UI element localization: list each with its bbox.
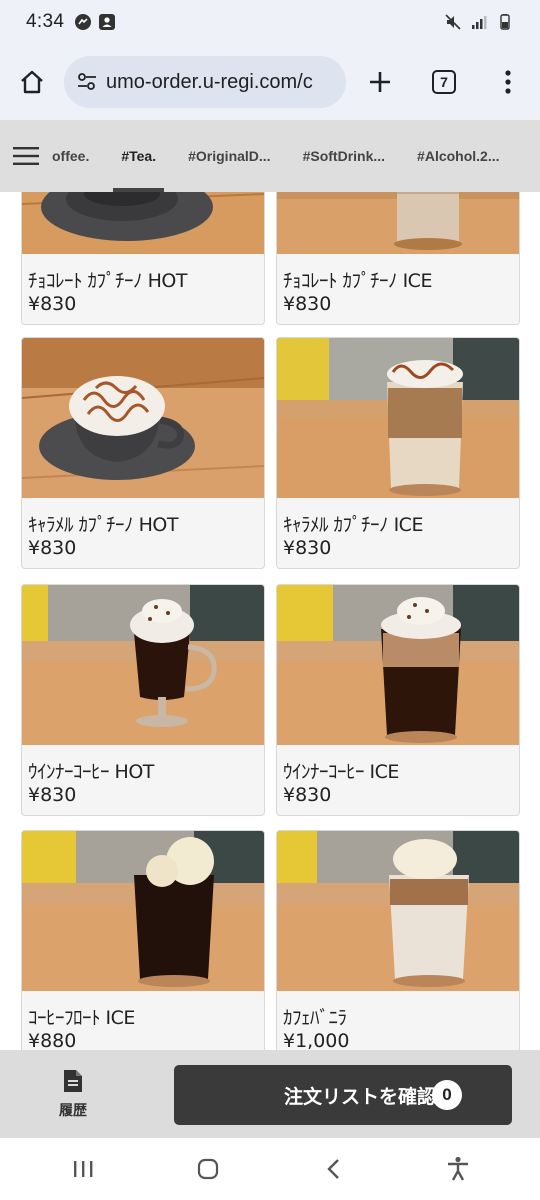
address-bar[interactable]: umo-order.u-regi.com/c	[64, 56, 346, 108]
product-card[interactable]: ｳｲﾝﾅｰｺｰﾋｰ HOT ¥830	[21, 584, 265, 816]
product-image	[22, 192, 264, 254]
product-price: ¥830	[283, 537, 332, 559]
signal-icon	[472, 16, 487, 29]
browser-menu-button[interactable]	[476, 44, 540, 120]
browser-toolbar: umo-order.u-regi.com/c 7	[0, 44, 540, 120]
system-nav-bar	[0, 1138, 540, 1200]
back-icon	[326, 1159, 339, 1179]
category-tab-coffee[interactable]: offee.	[52, 120, 89, 192]
android-home-icon	[197, 1158, 218, 1180]
product-price: ¥830	[283, 784, 332, 806]
new-tab-button[interactable]	[348, 44, 412, 120]
document-icon	[64, 1070, 82, 1092]
tune-icon[interactable]	[76, 71, 98, 93]
history-button[interactable]: 履歴	[0, 1050, 146, 1138]
product-price: ¥1,000	[283, 1030, 350, 1050]
product-name: ｷｬﾗﾒﾙ ｶﾌﾟﾁｰﾉ HOT	[28, 514, 178, 536]
hamburger-icon	[13, 147, 39, 165]
order-action-bar: 履歴 注文リストを確認 0	[0, 1050, 540, 1138]
cafe-vanilla-photo	[277, 831, 519, 991]
product-price: ¥830	[28, 537, 77, 559]
product-image	[22, 338, 264, 498]
tab-switcher-icon: 7	[432, 70, 456, 94]
product-image	[277, 338, 519, 498]
product-image	[277, 831, 519, 991]
product-name: ｺｰﾋｰﾌﾛｰﾄ ICE	[28, 1007, 135, 1029]
product-name: ｶﾌｪﾊﾞﾆﾗ	[283, 1007, 347, 1029]
recents-button[interactable]	[53, 1144, 113, 1194]
iced-cappuccino-photo	[277, 192, 519, 254]
category-menu-button[interactable]	[0, 120, 52, 192]
order-list-label: 注文リストを確認	[283, 1086, 436, 1108]
back-button[interactable]	[303, 1144, 363, 1194]
product-name: ｳｲﾝﾅｰｺｰﾋｰ HOT	[28, 761, 154, 783]
view-order-list-button[interactable]: 注文リストを確認 0	[174, 1065, 512, 1125]
product-card[interactable]: ｶﾌｪﾊﾞﾆﾗ ¥1,000	[276, 830, 520, 1050]
battery-icon	[500, 14, 510, 30]
tab-switcher-button[interactable]: 7	[412, 44, 476, 120]
product-grid: ﾁｮｺﾚｰﾄ ｶﾌﾟﾁｰﾉ HOT ¥830 ﾁｮｺﾚｰﾄ ｶﾌﾟﾁｰﾉ ICE…	[0, 192, 540, 1050]
mute-icon	[445, 14, 461, 30]
product-image	[277, 585, 519, 745]
product-name: ｳｲﾝﾅｰｺｰﾋｰ ICE	[283, 761, 399, 783]
more-vert-icon	[505, 70, 511, 94]
vienna-coffee-ice-photo	[277, 585, 519, 745]
category-tab-tea[interactable]: #Tea.	[113, 120, 164, 192]
messenger-icon	[75, 14, 92, 30]
product-image	[22, 831, 264, 991]
product-card[interactable]: ｺｰﾋｰﾌﾛｰﾄ ICE ¥880	[21, 830, 265, 1050]
category-tab-soft-drink[interactable]: #SoftDrink...	[303, 120, 385, 192]
history-label: 履歴	[59, 1102, 87, 1118]
recents-icon	[73, 1161, 92, 1177]
caramel-cappuccino-hot-photo	[22, 338, 264, 498]
home-icon	[21, 70, 43, 94]
product-image	[277, 192, 519, 254]
product-card[interactable]: ｷｬﾗﾒﾙ ｶﾌﾟﾁｰﾉ HOT ¥830	[21, 337, 265, 569]
product-price: ¥830	[28, 293, 77, 315]
browser-home-button[interactable]	[0, 44, 64, 120]
category-nav: offee. #Tea. #OriginalD... #SoftDrink...…	[0, 120, 540, 192]
accessibility-icon	[447, 1156, 468, 1181]
product-price: ¥830	[283, 293, 332, 315]
product-name: ｷｬﾗﾒﾙ ｶﾌﾟﾁｰﾉ ICE	[283, 514, 423, 536]
category-tab-alcohol[interactable]: #Alcohol.2...	[417, 120, 499, 192]
product-card[interactable]: ﾁｮｺﾚｰﾄ ｶﾌﾟﾁｰﾉ HOT ¥830	[21, 192, 265, 325]
contact-card-icon	[99, 14, 116, 30]
product-name: ﾁｮｺﾚｰﾄ ｶﾌﾟﾁｰﾉ HOT	[28, 270, 187, 292]
coffee-float-ice-photo	[22, 831, 264, 991]
hot-cappuccino-photo	[22, 192, 264, 254]
url-text[interactable]: umo-order.u-regi.com/c	[106, 71, 313, 94]
caramel-cappuccino-ice-photo	[277, 338, 519, 498]
accessibility-button[interactable]	[428, 1144, 488, 1194]
product-card[interactable]: ﾁｮｺﾚｰﾄ ｶﾌﾟﾁｰﾉ ICE ¥830	[276, 192, 520, 325]
vienna-coffee-hot-photo	[22, 585, 264, 745]
product-card[interactable]: ｷｬﾗﾒﾙ ｶﾌﾟﾁｰﾉ ICE ¥830	[276, 337, 520, 569]
plus-icon	[370, 72, 390, 92]
product-name: ﾁｮｺﾚｰﾄ ｶﾌﾟﾁｰﾉ ICE	[283, 270, 432, 292]
status-bar: 4:34	[0, 0, 540, 44]
product-price: ¥880	[28, 1030, 77, 1050]
category-tab-original-drink[interactable]: #OriginalD...	[188, 120, 270, 192]
android-home-button[interactable]	[178, 1144, 238, 1194]
product-image	[22, 585, 264, 745]
order-count-badge: 0	[432, 1080, 462, 1110]
product-card[interactable]: ｳｲﾝﾅｰｺｰﾋｰ ICE ¥830	[276, 584, 520, 816]
product-price: ¥830	[28, 784, 77, 806]
status-time: 4:34	[26, 11, 65, 32]
